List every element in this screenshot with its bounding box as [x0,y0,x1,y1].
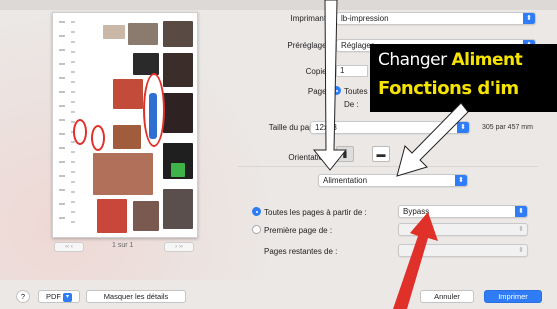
white-arrow-icon [312,0,348,171]
red-arrow-icon [393,212,438,309]
white-arrow-icon [396,102,469,177]
annotation-arrows [312,0,469,309]
